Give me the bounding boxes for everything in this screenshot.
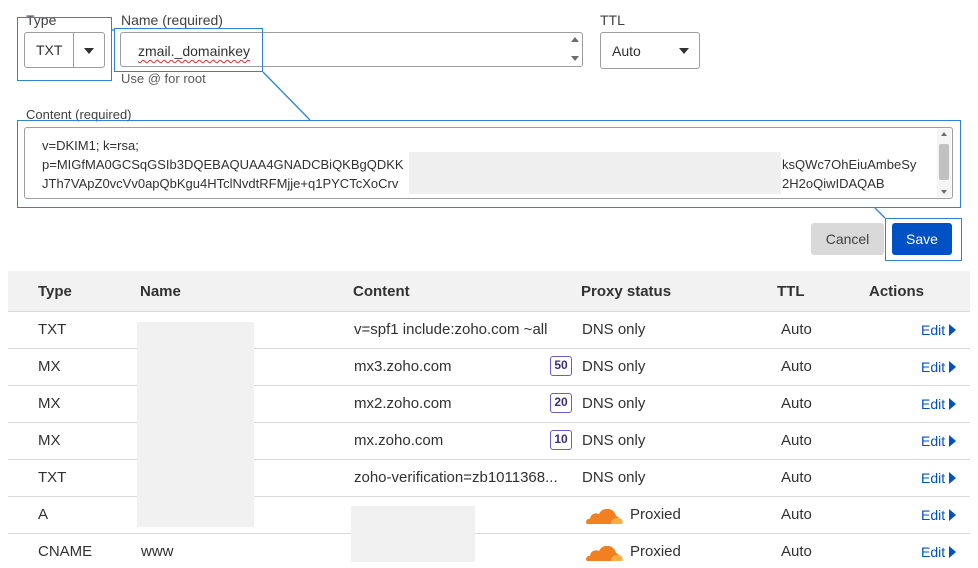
header-proxy-status: Proxy status [581, 283, 672, 300]
table-row[interactable]: CNAME www Proxied Auto Edit [8, 534, 970, 568]
cell-ttl: Auto [781, 358, 812, 375]
header-actions: Actions [869, 283, 925, 300]
content-scrollbar-thumb[interactable] [939, 144, 949, 180]
cell-proxy-status: DNS only [582, 432, 646, 449]
edit-label: Edit [921, 507, 946, 523]
cell-name: www [141, 543, 174, 560]
content-label: Content (required) [26, 107, 132, 122]
caret-right-icon [949, 546, 957, 558]
redacted-content [351, 506, 475, 562]
ttl-select-value: Auto [612, 43, 641, 59]
spin-down-icon[interactable] [571, 56, 579, 61]
chevron-down-icon[interactable] [84, 48, 94, 54]
content-line-tail: ksQWc7OhEiuAmbeSy [782, 157, 917, 172]
cloud-icon [586, 546, 623, 561]
records-table-header: Type Name Content Proxy status TTL Actio… [8, 271, 970, 312]
type-select-value: TXT [36, 42, 63, 58]
type-select[interactable]: TXT [24, 32, 105, 68]
cell-type: CNAME [38, 543, 93, 560]
cell-ttl: Auto [781, 321, 812, 338]
edit-link[interactable]: Edit [921, 359, 957, 375]
cell-type: MX [38, 395, 61, 412]
edit-link[interactable]: Edit [921, 396, 957, 412]
caret-right-icon [949, 472, 957, 484]
cloud-icon [586, 509, 623, 524]
cell-proxy-status: DNS only [582, 469, 646, 486]
edit-label: Edit [921, 396, 946, 412]
edit-label: Edit [921, 433, 946, 449]
cell-content: mx2.zoho.com [354, 395, 452, 412]
priority-badge: 10 [550, 430, 572, 450]
priority-badge: 20 [550, 393, 572, 413]
edit-link[interactable]: Edit [921, 544, 957, 560]
cell-proxy-status: Proxied [630, 506, 681, 523]
edit-label: Edit [921, 359, 946, 375]
redacted-region [409, 152, 781, 194]
ttl-label: TTL [600, 12, 625, 28]
edit-label: Edit [921, 322, 946, 338]
cell-type: MX [38, 432, 61, 449]
cell-content: zoho-verification=zb1011368... [354, 469, 558, 486]
caret-right-icon [949, 509, 957, 521]
header-ttl: TTL [777, 283, 805, 300]
cancel-button[interactable]: Cancel [811, 223, 884, 255]
cell-content: mx3.zoho.com [354, 358, 452, 375]
content-line: p=MIGfMA0GCSqGSIb3DQEBAQUAA4GNADCBiQKBgQ… [42, 157, 404, 172]
scroll-up-icon[interactable] [941, 132, 947, 136]
edit-link[interactable]: Edit [921, 507, 957, 523]
cell-content: mx.zoho.com [354, 432, 444, 449]
caret-right-icon [949, 435, 957, 447]
save-button[interactable]: Save [892, 223, 952, 255]
chevron-down-icon[interactable] [679, 48, 689, 54]
content-textarea[interactable]: v=DKIM1; k=rsa; p=MIGfMA0GCSqGSIb3DQEBAQ… [24, 127, 953, 199]
name-hint: Use @ for root [121, 71, 206, 86]
cell-ttl: Auto [781, 469, 812, 486]
name-input-value: zmail._domainkey [138, 43, 251, 59]
header-name: Name [140, 283, 181, 300]
cell-ttl: Auto [781, 395, 812, 412]
content-line: JTh7VApZ0vcVv0apQbKgu4HTclNvdtRFMjje+q1P… [42, 176, 399, 191]
type-label: Type [26, 12, 57, 28]
cell-ttl: Auto [781, 432, 812, 449]
ttl-select[interactable]: Auto [600, 32, 700, 69]
spin-up-icon[interactable] [571, 37, 579, 42]
edit-link[interactable]: Edit [921, 433, 957, 449]
redacted-names [137, 322, 254, 527]
cell-type: TXT [38, 321, 67, 338]
edit-label: Edit [921, 544, 946, 560]
cell-content: v=spf1 include:zoho.com ~all [354, 321, 548, 338]
caret-right-icon [949, 324, 957, 336]
type-select-divider [73, 33, 74, 67]
cell-proxy-status: DNS only [582, 321, 646, 338]
content-line-tail: 2H2oQiwIDAQAB [782, 176, 885, 191]
edit-label: Edit [921, 470, 946, 486]
header-type: Type [38, 283, 72, 300]
cell-ttl: Auto [781, 543, 812, 560]
name-label: Name (required) [121, 12, 223, 28]
cell-proxy-status: DNS only [582, 358, 646, 375]
cell-ttl: Auto [781, 506, 812, 523]
cell-proxy-status: DNS only [582, 395, 646, 412]
cell-type: TXT [38, 469, 67, 486]
cell-type: A [38, 506, 49, 523]
edit-link[interactable]: Edit [921, 322, 957, 338]
edit-link[interactable]: Edit [921, 470, 957, 486]
priority-badge: 50 [550, 356, 572, 376]
caret-right-icon [949, 361, 957, 373]
header-content: Content [353, 283, 410, 300]
scroll-down-icon[interactable] [941, 190, 947, 194]
cell-type: MX [38, 358, 61, 375]
content-line: v=DKIM1; k=rsa; [42, 138, 139, 153]
name-input[interactable]: zmail._domainkey [120, 32, 583, 67]
cell-proxy-status: Proxied [630, 543, 681, 560]
caret-right-icon [949, 398, 957, 410]
